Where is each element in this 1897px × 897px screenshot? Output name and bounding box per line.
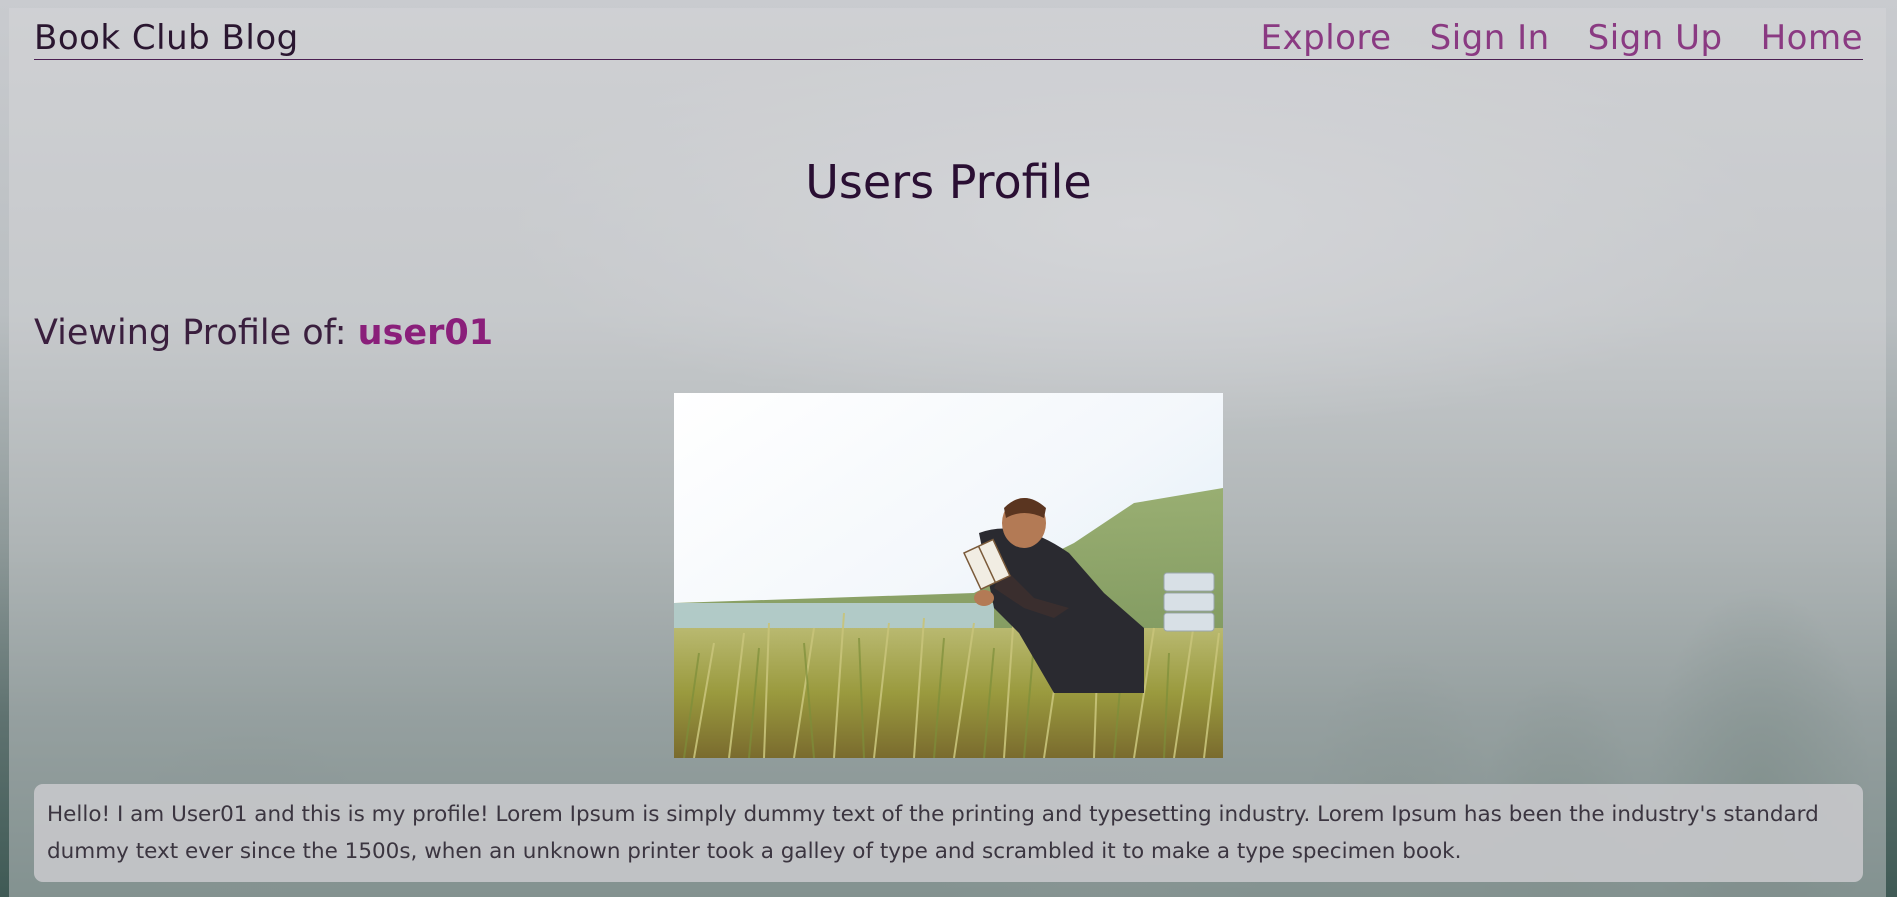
viewing-prefix: Viewing Profile of:: [34, 313, 358, 353]
profile-username: user01: [357, 313, 494, 353]
profile-photo: [674, 393, 1223, 758]
nav-sign-in-link[interactable]: Sign In: [1430, 18, 1550, 58]
page-title: Users Profile: [805, 155, 1092, 209]
nav-sign-up-link[interactable]: Sign Up: [1588, 18, 1723, 58]
navbar: Book Club Blog Explore Sign In Sign Up H…: [34, 14, 1863, 60]
nav-links: Explore Sign In Sign Up Home: [1261, 18, 1863, 58]
nav-explore-link[interactable]: Explore: [1261, 18, 1392, 58]
viewing-profile-heading: Viewing Profile of: user01: [34, 313, 493, 353]
profile-bio: Hello! I am User01 and this is my profil…: [34, 784, 1863, 882]
brand-link[interactable]: Book Club Blog: [34, 18, 299, 58]
nav-home-link[interactable]: Home: [1761, 18, 1863, 58]
